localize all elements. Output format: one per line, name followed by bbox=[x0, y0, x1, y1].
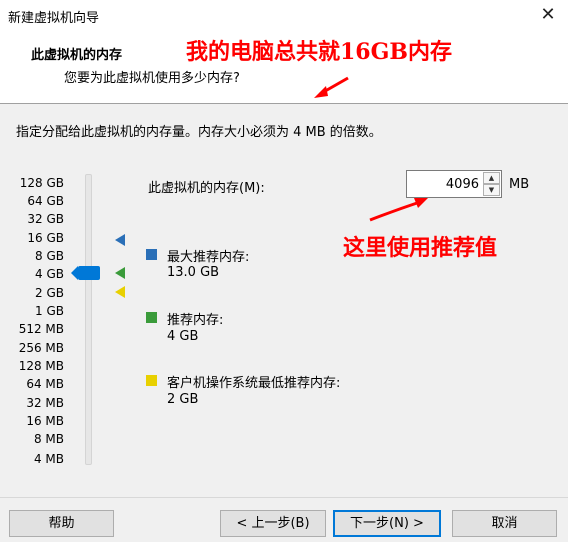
help-button[interactable]: 帮助 bbox=[9, 510, 114, 537]
max-recommended-label: 最大推荐内存: bbox=[167, 250, 250, 265]
scale-label: 128 MB bbox=[18, 359, 64, 373]
max-recommended-value: 13.0 GB bbox=[167, 265, 220, 280]
recommended-marker-icon bbox=[115, 267, 125, 279]
close-icon[interactable]: ✕ bbox=[536, 4, 560, 26]
max-recommended-marker-icon bbox=[115, 234, 125, 246]
memory-label: 此虚拟机的内存(M): bbox=[148, 181, 265, 196]
annotation-top-note: 我的电脑总共就16GB内存 bbox=[186, 39, 452, 65]
header-divider bbox=[0, 103, 568, 104]
footer-divider bbox=[0, 497, 568, 498]
recommended-value: 4 GB bbox=[167, 329, 199, 344]
page-subtitle: 您要为此虚拟机使用多少内存? bbox=[64, 71, 240, 86]
scale-label: 64 GB bbox=[27, 194, 64, 208]
scale-label: 512 MB bbox=[18, 322, 64, 336]
min-legend-swatch bbox=[146, 375, 157, 386]
cancel-button[interactable]: 取消 bbox=[452, 510, 557, 537]
scale-label: 128 GB bbox=[19, 176, 64, 190]
scale-label: 4 GB bbox=[35, 267, 64, 281]
scale-label: 32 MB bbox=[26, 396, 64, 410]
next-button[interactable]: 下一步(N) > bbox=[333, 510, 441, 537]
scale-label: 16 GB bbox=[27, 231, 64, 245]
max-legend-swatch bbox=[146, 249, 157, 260]
min-recommended-marker-icon bbox=[115, 286, 125, 298]
memory-unit: MB bbox=[509, 177, 530, 192]
scale-label: 16 MB bbox=[26, 414, 64, 428]
recommended-label: 推荐内存: bbox=[167, 313, 224, 328]
annotation-arrow-top bbox=[314, 76, 349, 98]
scale-label: 8 GB bbox=[35, 249, 64, 263]
memory-slider-track[interactable] bbox=[85, 174, 92, 465]
spin-up-icon[interactable]: ▲ bbox=[483, 172, 500, 184]
page-title: 此虚拟机的内存 bbox=[31, 48, 123, 63]
min-recommended-value: 2 GB bbox=[167, 392, 199, 407]
scale-label: 8 MB bbox=[33, 432, 64, 446]
scale-label: 256 MB bbox=[18, 341, 64, 355]
window-title: 新建虚拟机向导 bbox=[8, 11, 100, 26]
scale-label: 32 GB bbox=[27, 212, 64, 226]
recommended-legend-swatch bbox=[146, 312, 157, 323]
annotation-side-note: 这里使用推荐值 bbox=[343, 235, 498, 261]
scale-label: 64 MB bbox=[26, 377, 64, 391]
spin-down-icon[interactable]: ▼ bbox=[483, 184, 500, 196]
back-button[interactable]: < 上一步(B) bbox=[220, 510, 326, 537]
scale-label: 4 MB bbox=[33, 452, 64, 466]
scale-label: 2 GB bbox=[35, 286, 64, 300]
instruction-text: 指定分配给此虚拟机的内存量。内存大小必须为 4 MB 的倍数。 bbox=[16, 125, 382, 140]
annotation-arrow-mid bbox=[369, 198, 428, 222]
min-recommended-label: 客户机操作系统最低推荐内存: bbox=[167, 376, 341, 391]
spin-buttons: ▲ ▼ bbox=[483, 172, 500, 196]
memory-slider-thumb[interactable] bbox=[71, 266, 100, 280]
scale-label: 1 GB bbox=[35, 304, 64, 318]
